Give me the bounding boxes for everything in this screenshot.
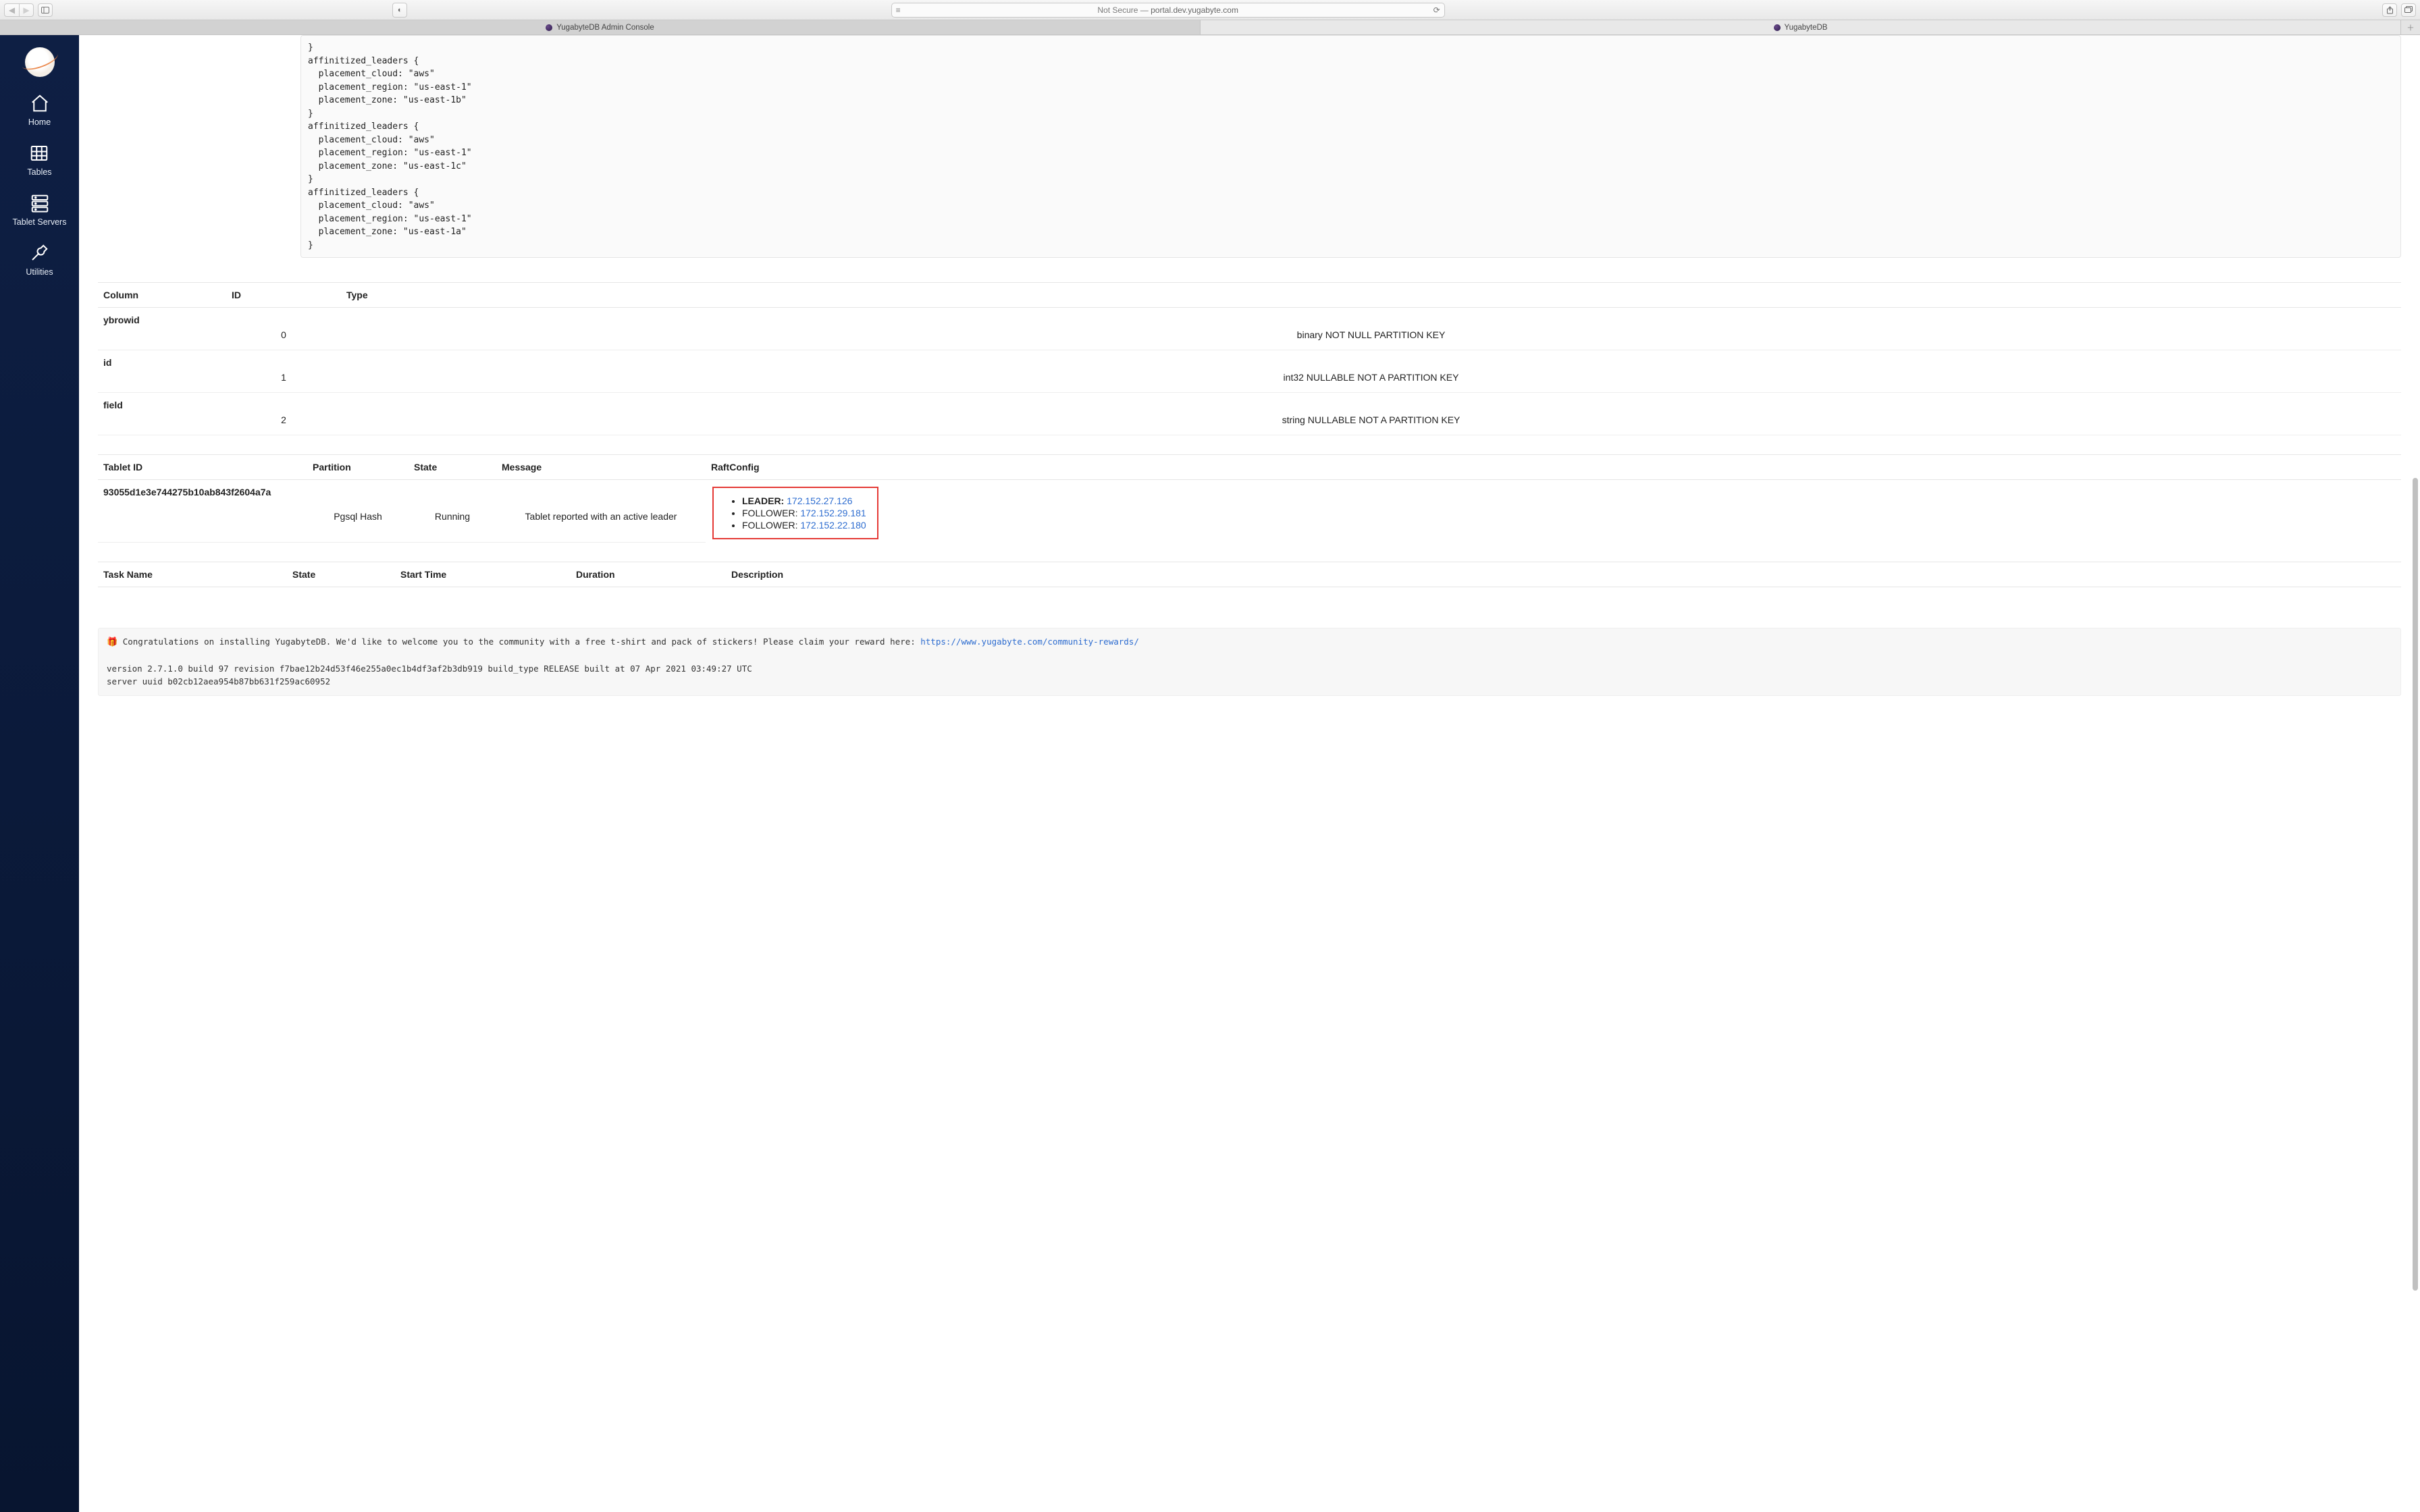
tables-icon [29,143,49,163]
sidebar-item-tablet-servers[interactable]: Tablet Servers [13,193,67,227]
servers-icon [30,193,50,213]
tab-admin-console[interactable]: YugabyteDB Admin Console [0,20,1201,34]
col-header-task-state: State [287,562,395,587]
column-type: binary NOT NULL PARTITION KEY [341,328,2401,350]
tablet-message: Tablet reported with an active leader [496,510,706,542]
column-name: ybrowid [98,308,226,329]
tablet-id: 93055d1e3e744275b10ab843f2604a7a [98,480,307,510]
not-secure-label: Not Secure — [1097,5,1151,15]
footer-version: version 2.7.1.0 build 97 revision f7bae1… [107,664,752,674]
new-tab-button[interactable]: ＋ [2401,20,2420,34]
back-button[interactable]: ◀ [4,3,19,17]
tab-yugabytedb[interactable]: YugabyteDB [1201,20,2401,34]
tab-label: YugabyteDB Admin Console [556,24,654,32]
col-header-start-time: Start Time [395,562,571,587]
col-header-state: State [409,455,496,480]
address-host: portal.dev.yugabyte.com [1151,5,1238,15]
column-type: int32 NULLABLE NOT A PARTITION KEY [341,371,2401,393]
tablets-table: Tablet ID Partition State Message RaftCo… [98,454,2401,543]
col-header-tablet-id: Tablet ID [98,455,307,480]
reload-icon[interactable]: ⟳ [1433,5,1440,15]
wrench-icon [29,243,49,263]
scrollbar-track [2410,35,2419,1512]
tab-bar: YugabyteDB Admin Console YugabyteDB ＋ [0,20,2420,35]
tabs-button[interactable] [2401,3,2416,17]
raft-config-box: LEADER: 172.152.27.126FOLLOWER: 172.152.… [712,487,878,539]
raft-entry: FOLLOWER: 172.152.29.181 [742,507,866,519]
footer-panel: 🎁 Congratulations on installing Yugabyte… [98,628,2401,696]
favicon-icon [1774,24,1781,31]
footer-server-uuid: server uuid b02cb12aea954b87bb631f259ac6… [107,676,330,686]
raft-entry: FOLLOWER: 172.152.22.180 [742,519,866,531]
app-sidebar: Home Tables Tablet Servers Utilities [0,35,79,1512]
columns-table: Column ID Type ybrowid0binary NOT NULL P… [98,282,2401,435]
column-id: 0 [226,328,341,350]
col-header-id: ID [226,283,341,308]
tasks-table: Task Name State Start Time Duration Desc… [98,562,2401,587]
sidebar-item-home[interactable]: Home [28,93,51,127]
sidebar-item-label: Tables [27,167,51,177]
sidebar-item-utilities[interactable]: Utilities [26,243,53,277]
community-rewards-link[interactable]: https://www.yugabyte.com/community-rewar… [920,637,1139,647]
raft-ip-link[interactable]: 172.152.27.126 [787,495,852,506]
gift-icon: 🎁 [107,637,117,647]
replication-config-code: } affinitized_leaders { placement_cloud:… [300,35,2401,258]
col-header-message: Message [496,455,706,480]
raft-role: FOLLOWER: [742,508,797,518]
reader-icon: ≡ [896,5,901,15]
sidebar-item-label: Home [28,117,51,127]
forward-button[interactable]: ▶ [19,3,34,17]
col-header-description: Description [726,562,2401,587]
column-type: string NULLABLE NOT A PARTITION KEY [341,413,2401,435]
main-content: } affinitized_leaders { placement_cloud:… [79,35,2420,1512]
sidebar-item-label: Utilities [26,267,53,277]
col-header-type: Type [341,283,2401,308]
footer-welcome-text: Congratulations on installing YugabyteDB… [123,637,921,647]
column-id: 2 [226,413,341,435]
raft-role: LEADER: [742,495,784,506]
col-header-column: Column [98,283,226,308]
tab-label: YugabyteDB [1785,24,1828,32]
tablet-partition: Pgsql Hash [307,510,409,542]
col-header-raftconfig: RaftConfig [706,455,2401,480]
address-bar[interactable]: ≡ Not Secure — portal.dev.yugabyte.com ⟳ [891,3,1445,18]
tablet-state: Running [409,510,496,542]
sidebar-item-tables[interactable]: Tables [27,143,51,177]
column-name: field [98,393,226,414]
sidebar-toggle-button[interactable] [38,3,53,17]
raft-ip-link[interactable]: 172.152.22.180 [800,520,866,531]
home-icon [30,93,50,113]
raft-role: FOLLOWER: [742,520,797,531]
yugabyte-logo [25,47,55,77]
col-header-duration: Duration [571,562,726,587]
column-name: id [98,350,226,371]
share-button[interactable] [2382,3,2397,17]
privacy-shield-button[interactable]: ◐ [392,3,407,18]
sidebar-item-label: Tablet Servers [13,217,67,227]
scrollbar-thumb[interactable] [2413,478,2418,1290]
col-header-task-name: Task Name [98,562,287,587]
browser-toolbar: ◀ ▶ ◐ ≡ Not Secure — portal.dev.yugabyte… [0,0,2420,20]
column-id: 1 [226,371,341,393]
col-header-partition: Partition [307,455,409,480]
favicon-icon [546,24,552,31]
raft-entry: LEADER: 172.152.27.126 [742,495,866,507]
raft-ip-link[interactable]: 172.152.29.181 [800,508,866,518]
